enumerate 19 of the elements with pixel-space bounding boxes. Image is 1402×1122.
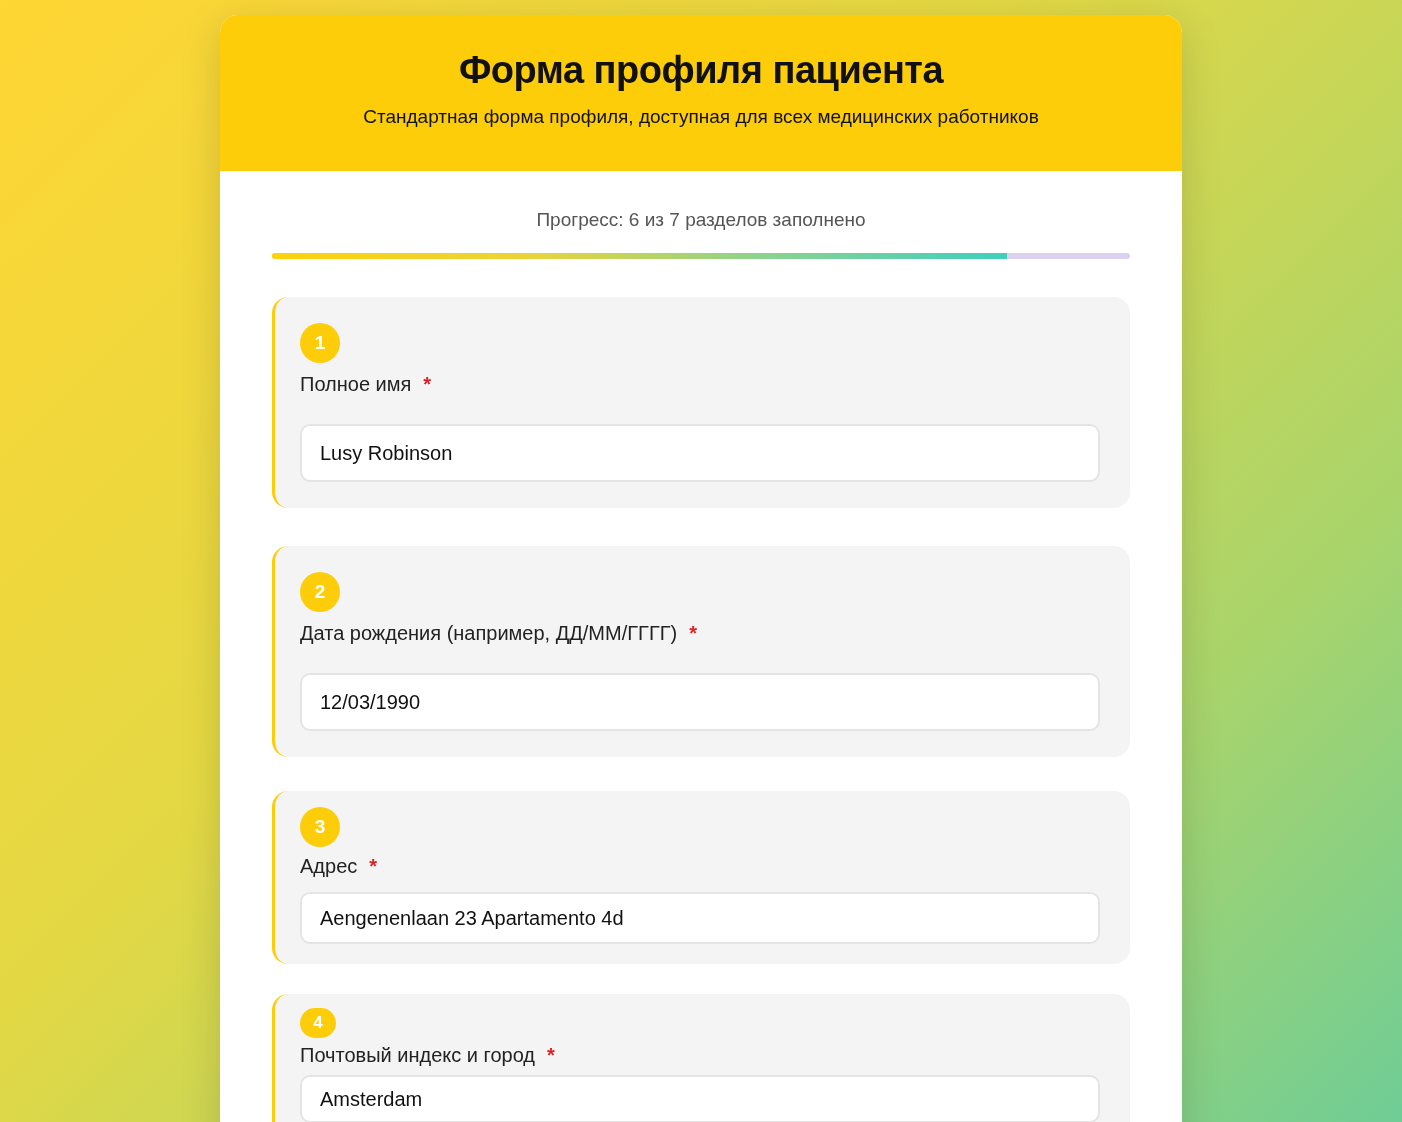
required-asterisk: * xyxy=(689,622,697,645)
text-input-field[interactable]: Amsterdam xyxy=(300,1075,1100,1122)
field-label: Адрес xyxy=(300,855,358,878)
required-asterisk: * xyxy=(369,855,378,878)
required-asterisk: * xyxy=(547,1044,555,1067)
form-title: Форма профиля пациента xyxy=(457,49,945,92)
step-number-badge: 2 xyxy=(300,572,340,612)
text-input-field[interactable]: Aengenenlaan 23 Apartamento 4d xyxy=(300,892,1100,944)
step-number-badge: 3 xyxy=(300,807,340,847)
step-number-badge: 4 xyxy=(300,1008,336,1038)
field-label: Почтовый индекс и город xyxy=(300,1044,535,1067)
field-label: Полное имя xyxy=(300,373,412,396)
progress-text: Прогресс: 6 из 7 разделов заполнено xyxy=(535,209,867,231)
text-input-field[interactable]: 12/03/1990 xyxy=(300,673,1100,731)
required-asterisk: * xyxy=(423,373,432,396)
text-input-field[interactable]: Lusy Robinson xyxy=(300,424,1100,482)
field-label: Дата рождения (например, ДД/ММ/ГГГГ) xyxy=(300,622,678,645)
step-number-badge: 1 xyxy=(300,323,340,363)
form-subtitle: Стандартная форма профиля, доступная для всех медицинских работников xyxy=(362,106,1040,128)
